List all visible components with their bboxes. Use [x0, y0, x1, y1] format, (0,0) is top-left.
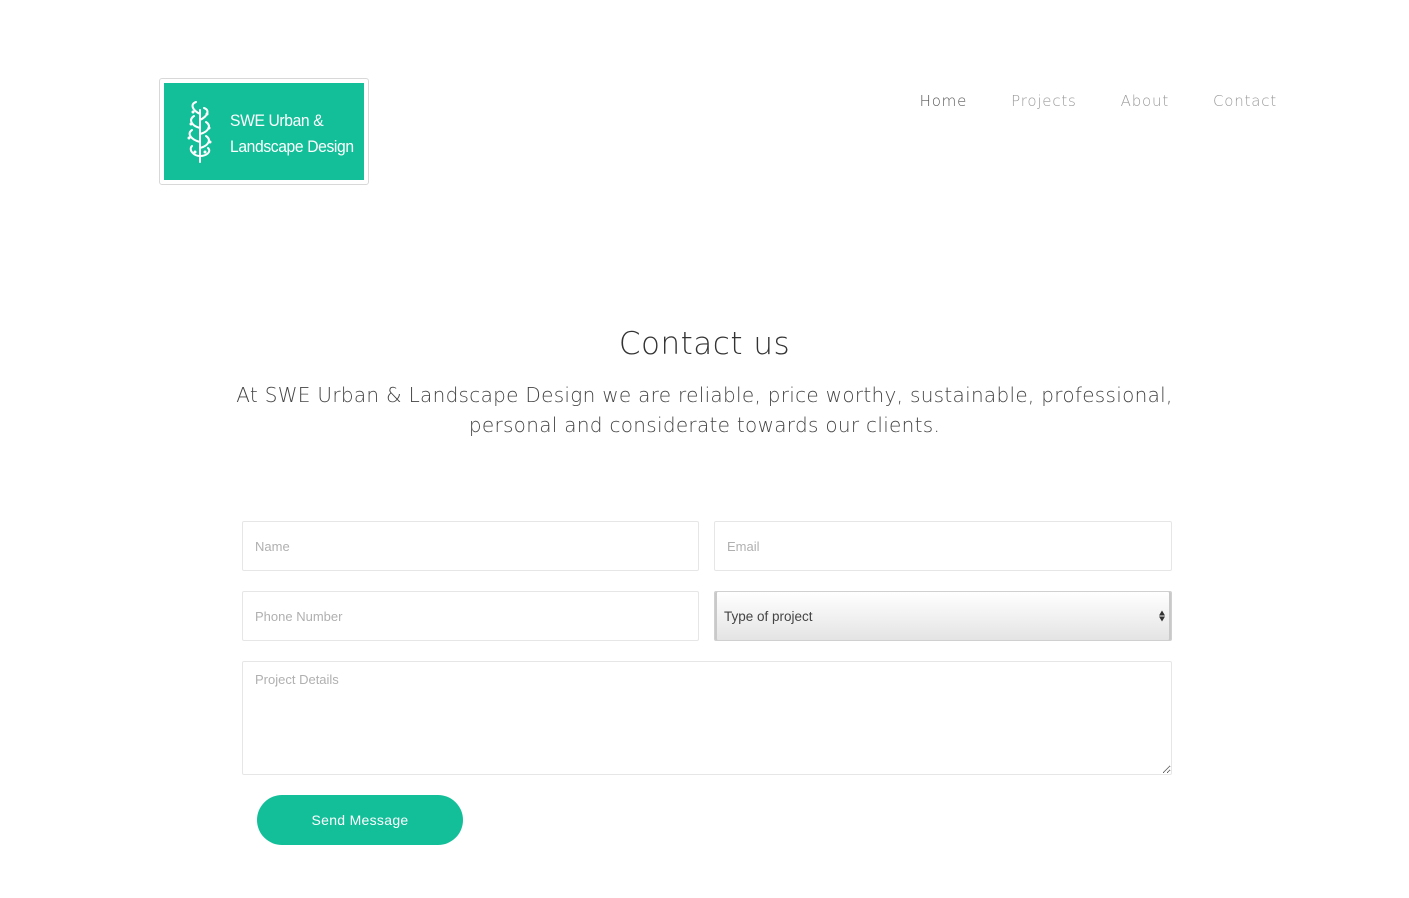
send-message-button[interactable]: Send Message: [257, 795, 463, 845]
brand-logo[interactable]: SWE Urban & Landscape Design: [164, 83, 364, 180]
project-type-select[interactable]: Type of project: [714, 591, 1172, 641]
email-input[interactable]: [714, 521, 1172, 571]
nav-item-projects[interactable]: Projects: [1011, 92, 1077, 110]
logo-frame[interactable]: SWE Urban & Landscape Design: [159, 78, 369, 185]
brand-line-2: Landscape Design: [230, 137, 354, 156]
page-title: Contact us: [618, 326, 791, 362]
name-input[interactable]: [242, 521, 699, 571]
nav-item-contact[interactable]: Contact: [1213, 92, 1277, 110]
project-type-value: Type of project: [724, 608, 813, 624]
brand-line-1: SWE Urban &: [230, 111, 324, 130]
phone-input[interactable]: [242, 591, 699, 641]
leaf-tree-icon: [187, 101, 212, 163]
main-nav: Home Projects About Contact: [876, 92, 1277, 110]
select-arrows-icon: [1159, 610, 1165, 622]
nav-item-home[interactable]: Home: [920, 92, 968, 110]
page-subtitle: At SWE Urban & Landscape Design we are r…: [236, 383, 1173, 437]
brand-name: SWE Urban & Landscape Design: [230, 108, 354, 160]
nav-item-about[interactable]: About: [1121, 92, 1169, 110]
project-details-textarea[interactable]: [242, 661, 1172, 775]
